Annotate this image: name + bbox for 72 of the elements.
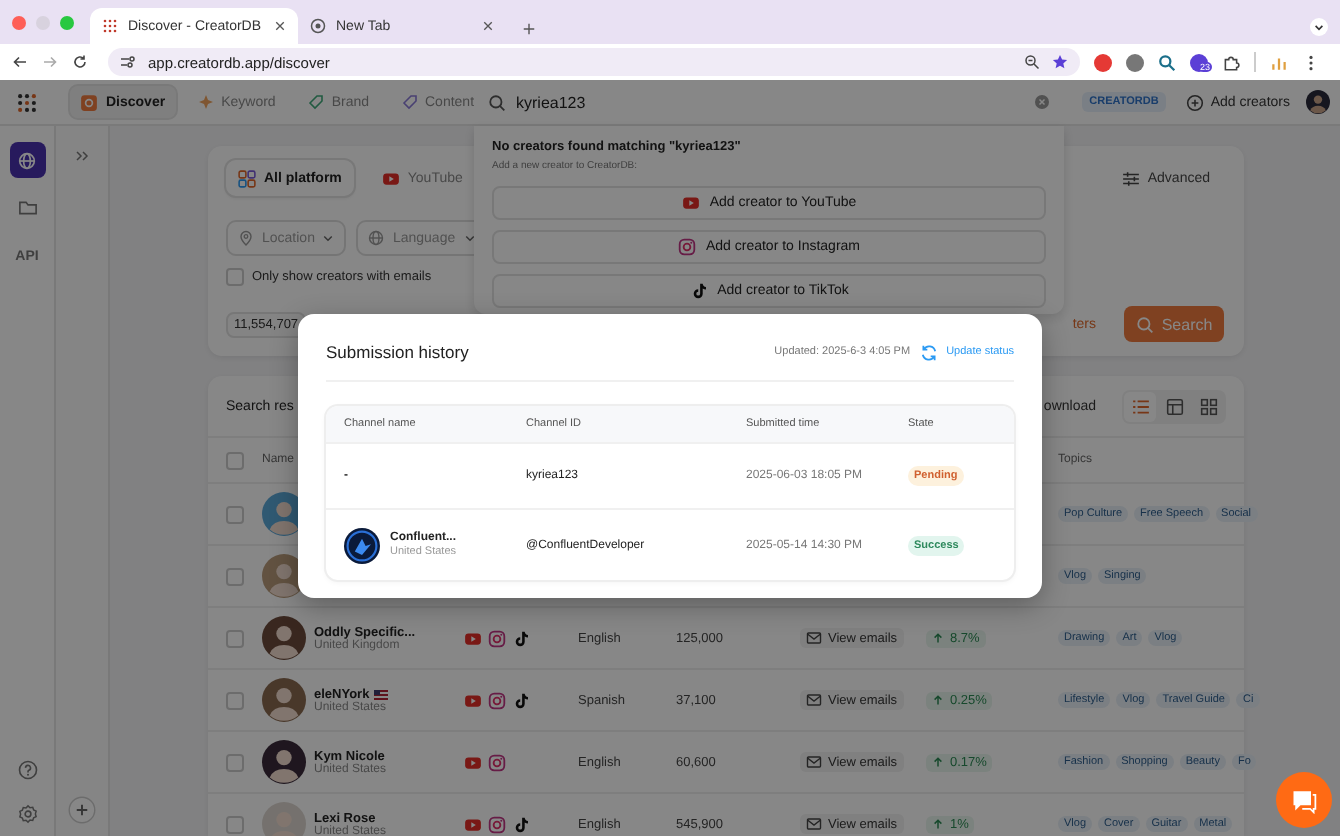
app-logo-icon xyxy=(16,91,38,113)
arrow-up-icon xyxy=(932,818,944,830)
search-icon xyxy=(1135,315,1154,333)
zoom-button[interactable] xyxy=(60,16,74,30)
mail-icon xyxy=(806,816,822,832)
chevron-down-icon xyxy=(1310,18,1328,36)
plus-circle-icon xyxy=(1186,93,1205,111)
avatar xyxy=(262,616,306,660)
extension-icon[interactable] xyxy=(1190,53,1208,71)
avatar xyxy=(262,678,306,722)
sparkle-icon xyxy=(197,94,214,110)
avatar xyxy=(262,740,306,784)
close-window-button[interactable] xyxy=(12,16,26,30)
list-icon xyxy=(1131,397,1149,415)
arrow-up-icon xyxy=(932,632,944,644)
chevron-down-icon xyxy=(322,232,335,244)
forward-icon xyxy=(42,54,58,70)
platforms-icon xyxy=(238,169,256,187)
arrow-up-icon xyxy=(932,756,944,768)
back-icon xyxy=(12,54,28,70)
checkbox[interactable] xyxy=(226,267,244,285)
checkbox[interactable] xyxy=(226,505,244,523)
reload-icon xyxy=(72,54,88,70)
chevron-down-icon xyxy=(463,232,476,244)
dialog-title: Submission history xyxy=(326,342,469,362)
view-toggle[interactable] xyxy=(1124,391,1156,421)
plus-circle-icon xyxy=(68,796,96,824)
avatar xyxy=(262,802,306,836)
globe-icon xyxy=(18,151,36,169)
expand-icon xyxy=(74,148,90,164)
avatar[interactable] xyxy=(1306,90,1330,114)
star-icon xyxy=(1052,54,1068,70)
chart-icon xyxy=(1270,53,1288,71)
checkbox[interactable] xyxy=(226,451,244,469)
table-icon xyxy=(1165,397,1183,415)
site-settings-icon xyxy=(120,54,136,70)
sliders-icon xyxy=(1121,169,1140,187)
instagram-icon xyxy=(677,238,696,256)
globe-icon xyxy=(310,18,326,34)
puzzle-icon xyxy=(1222,53,1240,71)
arrow-up-icon xyxy=(932,694,944,706)
refresh-icon xyxy=(920,343,939,361)
chat-icon xyxy=(1290,786,1318,814)
settings-icon xyxy=(17,804,37,824)
youtube-icon xyxy=(681,194,700,212)
checkbox[interactable] xyxy=(226,753,244,771)
zoom-icon xyxy=(1024,54,1040,70)
zoom-icon xyxy=(1158,53,1176,71)
search-field[interactable]: kyriea123 xyxy=(516,93,1024,111)
search-icon xyxy=(488,93,506,111)
mail-icon xyxy=(806,692,822,708)
checkbox[interactable] xyxy=(226,815,244,833)
grid-dots-icon xyxy=(102,18,118,34)
tag-icon xyxy=(401,94,417,110)
checkbox[interactable] xyxy=(226,567,244,585)
clear-icon xyxy=(1034,94,1050,110)
help-icon xyxy=(17,760,37,780)
checkbox[interactable] xyxy=(226,629,244,647)
close-icon xyxy=(482,20,494,32)
mail-icon xyxy=(806,630,822,646)
close-icon xyxy=(274,20,286,32)
tiktok-icon xyxy=(689,282,708,300)
tag-icon xyxy=(307,94,324,110)
checkbox[interactable] xyxy=(226,691,244,709)
sidebar-item[interactable] xyxy=(9,142,45,178)
grid-icon xyxy=(1199,397,1217,415)
location-pin-icon xyxy=(238,230,254,246)
folder-icon xyxy=(17,198,37,218)
youtube-icon xyxy=(381,169,400,187)
plus-icon xyxy=(522,22,536,36)
mail-icon xyxy=(806,754,822,770)
globe-icon xyxy=(368,230,385,246)
